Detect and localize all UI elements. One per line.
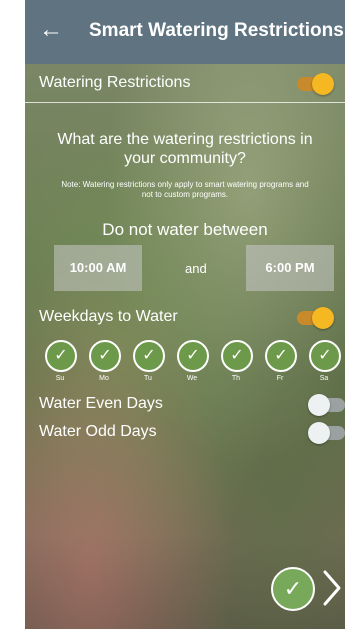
page-title: Smart Watering Restrictions xyxy=(89,20,344,41)
check-icon: ✓ xyxy=(45,340,77,372)
day-saturday[interactable]: ✓ Sa xyxy=(309,340,341,382)
day-friday[interactable]: ✓ Fr xyxy=(265,340,297,382)
even-days-toggle[interactable] xyxy=(308,394,345,416)
check-icon: ✓ xyxy=(133,340,165,372)
weekdays-row: Weekdays to Water xyxy=(25,300,345,336)
confirm-button[interactable]: ✓ xyxy=(271,567,315,611)
day-sunday[interactable]: ✓ Su xyxy=(45,340,77,382)
day-thursday[interactable]: ✓ Th xyxy=(221,340,253,382)
do-not-water-heading: Do not water between xyxy=(102,220,268,239)
odd-days-row: Water Odd Days xyxy=(25,415,345,451)
even-days-label: Water Even Days xyxy=(39,395,163,412)
arrow-left-icon[interactable]: ← xyxy=(39,18,63,42)
start-time-button[interactable]: 10:00 AM xyxy=(54,245,142,291)
end-time-button[interactable]: 6:00 PM xyxy=(246,245,334,291)
divider xyxy=(25,102,345,103)
day-monday[interactable]: ✓ Mo xyxy=(89,340,121,382)
check-icon: ✓ xyxy=(89,340,121,372)
odd-days-label: Water Odd Days xyxy=(39,423,157,440)
app-header: ← Smart Watering Restrictions xyxy=(25,0,345,64)
chevron-right-icon[interactable] xyxy=(319,566,345,610)
day-tuesday[interactable]: ✓ Tu xyxy=(133,340,165,382)
check-icon: ✓ xyxy=(221,340,253,372)
weekday-selector: ✓ Su ✓ Mo ✓ Tu ✓ We ✓ Th ✓ Fr ✓ Sa xyxy=(45,340,345,382)
and-label: and xyxy=(185,261,207,276)
watering-restrictions-toggle[interactable] xyxy=(297,73,334,95)
check-icon: ✓ xyxy=(177,340,209,372)
weekdays-label: Weekdays to Water xyxy=(39,308,178,325)
day-wednesday[interactable]: ✓ We xyxy=(177,340,209,382)
restrictions-note: Note: Watering restrictions only apply t… xyxy=(61,180,309,199)
restrictions-question: What are the watering restrictions in yo… xyxy=(57,131,313,167)
check-icon: ✓ xyxy=(283,576,303,601)
app-screen: ← Smart Watering Restrictions Watering R… xyxy=(25,0,345,629)
watering-restrictions-row: Watering Restrictions xyxy=(25,66,345,102)
watering-restrictions-label: Watering Restrictions xyxy=(39,74,191,91)
check-icon: ✓ xyxy=(265,340,297,372)
check-icon: ✓ xyxy=(309,340,341,372)
odd-days-toggle[interactable] xyxy=(308,422,345,444)
weekdays-toggle[interactable] xyxy=(297,307,334,329)
